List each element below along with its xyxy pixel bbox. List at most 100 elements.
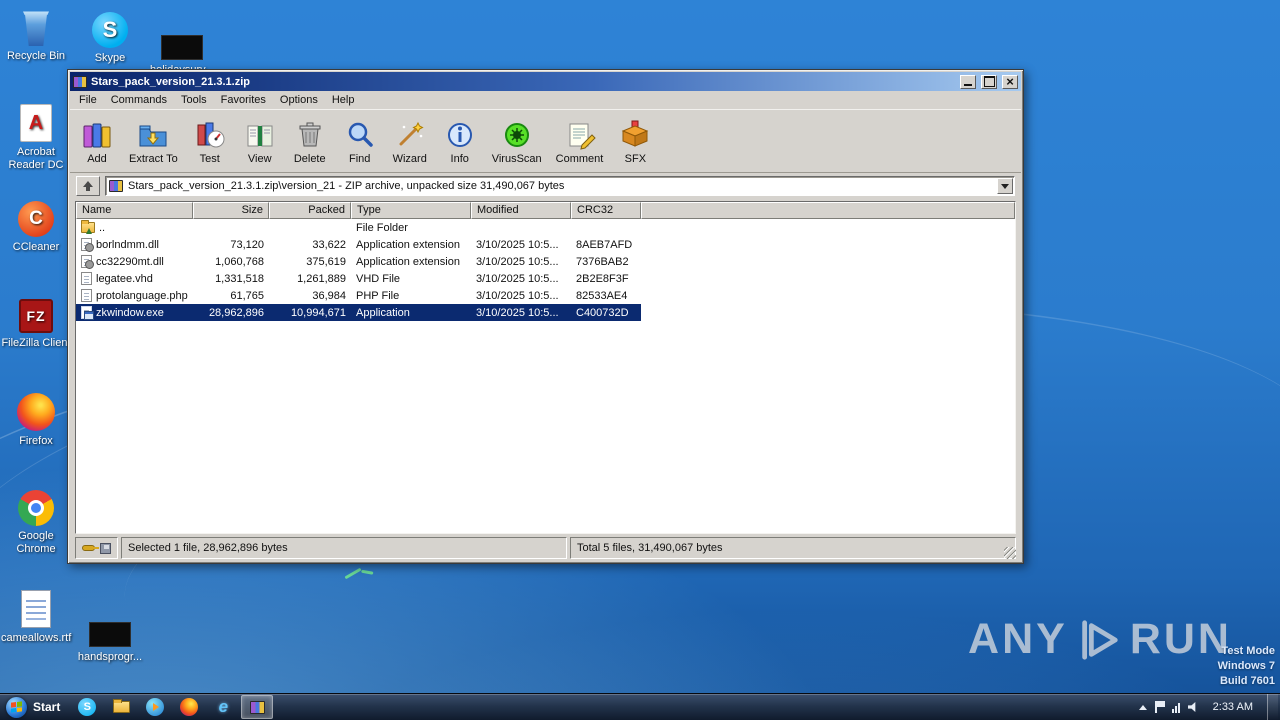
menu-options[interactable]: Options xyxy=(273,92,325,108)
toolbar-virusscan-button[interactable]: VirusScan xyxy=(485,111,549,171)
toolbar-test-button[interactable]: Test xyxy=(185,111,235,171)
status-icon-cell xyxy=(75,537,118,559)
up-one-level-button[interactable] xyxy=(76,176,100,196)
cell-type: Application extension xyxy=(356,255,460,268)
file-row-protolanguage-php[interactable]: protolanguage.php 61,765 36,984 PHP File 3/1… xyxy=(76,287,1015,304)
taskbar-app-media-player[interactable] xyxy=(139,695,171,719)
cell-type: Application xyxy=(351,304,471,321)
cell-crc32: 7376BAB2 xyxy=(576,255,629,268)
start-button[interactable]: Start xyxy=(0,694,70,720)
archive-icon xyxy=(109,180,123,192)
desktop-icon-firefox[interactable]: Firefox xyxy=(0,391,72,448)
toolbar-comment-button[interactable]: Comment xyxy=(549,111,611,171)
menu-commands[interactable]: Commands xyxy=(104,92,174,108)
resize-grip[interactable] xyxy=(1004,547,1016,559)
column-header-type[interactable]: Type xyxy=(351,202,471,219)
file-row-zkwindow-exe[interactable]: zkwindow.exe 28,962,896 10,994,671 Applicat… xyxy=(76,304,1015,321)
taskbar-app-windows-explorer[interactable] xyxy=(105,695,137,719)
winrar-icon xyxy=(249,700,265,714)
file-row-legatee-vhd[interactable]: legatee.vhd 1,331,518 1,261,889 VHD File 3/1… xyxy=(76,270,1015,287)
toolbar-button-label: VirusScan xyxy=(491,152,542,165)
toolbar-wizard-button[interactable]: Wizard xyxy=(385,111,435,171)
desktop-icon-label: FileZilla Client xyxy=(1,337,71,349)
maximize-button[interactable] xyxy=(981,74,997,89)
file-rows[interactable]: .. File Folder borlndmm.dll 73,120 33,622 App… xyxy=(76,219,1015,533)
desktop-icon-label: Acrobat Reader DC xyxy=(8,146,64,171)
close-button[interactable] xyxy=(1002,74,1018,89)
file-list-panel: Name Size Packed Type Modified CRC32 .. File F… xyxy=(75,201,1016,534)
volume-icon[interactable] xyxy=(1187,702,1196,712)
desktop-icon-ccleaner[interactable]: C CCleaner xyxy=(0,197,72,254)
address-row: Stars_pack_version_21.3.1.zip\version_21… xyxy=(70,173,1021,199)
file-row-borlndmm-dll[interactable]: borlndmm.dll 73,120 33,622 Application exte… xyxy=(76,236,1015,253)
start-label: Start xyxy=(33,700,61,714)
cell-filler xyxy=(641,287,1015,304)
address-combobox[interactable]: Stars_pack_version_21.3.1.zip\version_21… xyxy=(105,176,1015,196)
desktop-icon-skype[interactable]: S Skype xyxy=(74,8,146,65)
toolbar-delete-button[interactable]: Delete xyxy=(285,111,335,171)
rtf-document-icon xyxy=(21,590,51,628)
cell-crc32: C400732D xyxy=(571,304,641,321)
find-icon xyxy=(344,119,376,151)
cell-filler xyxy=(641,304,1015,321)
disk-icon xyxy=(100,542,111,554)
dll-file-icon xyxy=(81,238,94,252)
toolbar-button-label: Test xyxy=(199,152,220,165)
menu-help[interactable]: Help xyxy=(325,92,362,108)
desktop-icon-label: Skype xyxy=(94,52,126,64)
cell-packed: 10,994,671 xyxy=(269,304,351,321)
show-desktop-button[interactable] xyxy=(1267,694,1278,720)
taskbar: Start Se 2:33 AM xyxy=(0,693,1280,720)
title-bar[interactable]: Stars_pack_version_21.3.1.zip xyxy=(70,72,1021,91)
test-icon xyxy=(194,119,226,151)
menu-file[interactable]: File xyxy=(72,92,104,108)
taskbar-clock[interactable]: 2:33 AM xyxy=(1207,694,1259,720)
hidden-icons-chevron-icon[interactable] xyxy=(1138,701,1147,710)
column-header-row: Name Size Packed Type Modified CRC32 xyxy=(76,202,1015,219)
cell-filler xyxy=(641,270,1015,287)
toolbar-sfx-button[interactable]: SFX xyxy=(610,111,660,171)
column-header-modified[interactable]: Modified xyxy=(471,202,571,219)
network-icon[interactable] xyxy=(1171,702,1180,713)
menu-favorites[interactable]: Favorites xyxy=(214,92,273,108)
folder-up-icon xyxy=(81,220,95,234)
cell-size xyxy=(193,219,269,236)
toolbar-info-button[interactable]: Info xyxy=(435,111,485,171)
column-header-size[interactable]: Size xyxy=(193,202,269,219)
cell-name: protolanguage.php xyxy=(76,287,193,304)
desktop-icon-acrobat-reader-dc[interactable]: A Acrobat Reader DC xyxy=(0,102,72,172)
toolbar-button-label: Add xyxy=(87,152,107,165)
taskbar-app-internet-explorer[interactable]: e xyxy=(207,695,239,719)
toolbar-add-button[interactable]: Add xyxy=(72,111,122,171)
column-header-packed[interactable]: Packed xyxy=(269,202,351,219)
taskbar-app-skype[interactable]: S xyxy=(71,695,103,719)
desktop-icon-label: cameallows.rtf xyxy=(1,632,72,644)
up-arrow-icon xyxy=(83,181,93,191)
cell-size: 73,120 xyxy=(230,238,264,251)
toolbar-button-label: Comment xyxy=(555,152,604,165)
menu-tools[interactable]: Tools xyxy=(174,92,214,108)
cell-name: .. xyxy=(76,219,193,236)
windows-explorer-icon xyxy=(112,699,130,713)
taskbar-app-firefox[interactable] xyxy=(173,695,205,719)
file-row-cc32290mt-dll[interactable]: cc32290mt.dll 1,060,768 375,619 Application… xyxy=(76,253,1015,270)
action-center-flag-icon[interactable] xyxy=(1154,701,1165,713)
desktop-icon-cameallows-rtf[interactable]: cameallows.rtf xyxy=(0,588,72,645)
dropdown-arrow-icon[interactable] xyxy=(997,178,1013,194)
toolbar-view-button[interactable]: View xyxy=(235,111,285,171)
desktop-icon-handsprogr[interactable]: handsprogr... xyxy=(74,607,146,664)
column-header-crc32[interactable]: CRC32 xyxy=(571,202,641,219)
file-row-[interactable]: .. File Folder xyxy=(76,219,1015,236)
desktop-icon-recycle-bin[interactable]: Recycle Bin xyxy=(0,6,72,63)
system-tray: 2:33 AM xyxy=(1138,694,1280,720)
toolbar-find-button[interactable]: Find xyxy=(335,111,385,171)
cell-type: Application extension xyxy=(356,238,460,251)
desktop-icon-label: Google Chrome xyxy=(16,530,56,555)
desktop-icon-filezilla-client[interactable]: FZ FileZilla Client xyxy=(0,293,72,350)
desktop-icon-google-chrome[interactable]: Google Chrome xyxy=(0,486,72,556)
taskbar-app-winrar[interactable] xyxy=(241,695,274,719)
status-selected-text: Selected 1 file, 28,962,896 bytes xyxy=(121,537,567,559)
minimize-button[interactable] xyxy=(960,74,976,89)
toolbar-extract-to-button[interactable]: Extract To xyxy=(122,111,185,171)
column-header-name[interactable]: Name xyxy=(76,202,193,219)
